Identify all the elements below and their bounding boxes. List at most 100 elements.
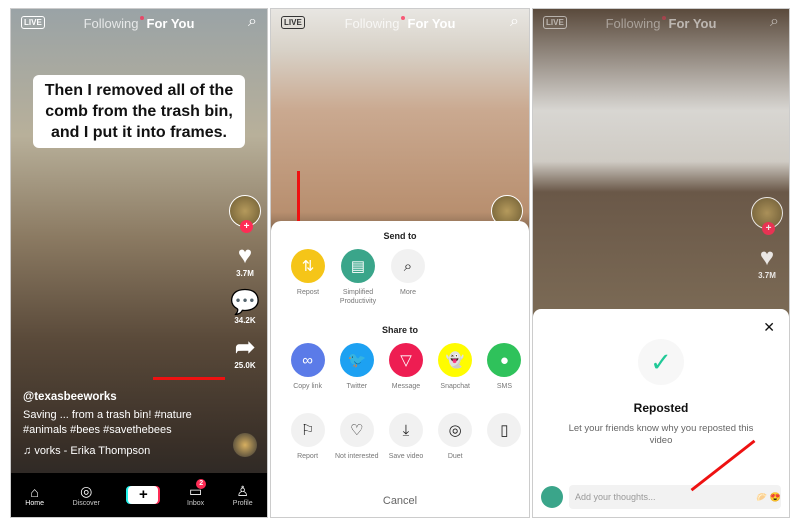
message-icon: ▽ — [389, 343, 423, 377]
share-count: 25.0K — [234, 361, 256, 370]
item-label: Message — [391, 383, 421, 390]
more-button[interactable]: ⌕ More — [383, 249, 433, 306]
duet-button[interactable]: ◎ Duet — [431, 413, 480, 461]
simplified-productivity-button[interactable]: ▤ Simplified Productivity — [333, 249, 383, 306]
duet-icon: ◎ — [438, 413, 473, 447]
twitter-icon: 🐦 — [339, 343, 374, 377]
home-icon: ⌂ — [30, 483, 39, 500]
comment-count: 34.2K — [234, 316, 256, 325]
nav-home[interactable]: ⌂ Home — [25, 484, 44, 507]
action-rail: + ♥ 3.7M 💬 34.2K ➦ 25.0K — [227, 195, 263, 370]
repost-dialog: ✕ ✓ Reposted Let your friends know why y… — [533, 309, 789, 517]
report-icon: ⚐ — [290, 413, 325, 447]
description: Saving ... from a trash bin! #nature #an… — [23, 409, 192, 436]
snapchat-icon: 👻 — [438, 343, 473, 377]
sms-icon: ● — [487, 343, 522, 377]
repost-icon: ⇅ — [291, 249, 325, 283]
send-to-row: ⇅ Repost ▤ Simplified Productivity ⌕ More — [271, 249, 529, 306]
create-button[interactable]: + — [128, 486, 159, 504]
heart-icon[interactable]: ♥ — [227, 243, 263, 269]
cancel-button[interactable]: Cancel — [271, 495, 529, 507]
more-button[interactable]: ▯ — [480, 413, 529, 461]
share-icon[interactable]: ➦ — [227, 335, 263, 361]
inbox-badge: 2 — [196, 479, 207, 489]
tab-following[interactable]: Following — [606, 16, 661, 31]
item-label: Repost — [296, 289, 320, 296]
nav-discover[interactable]: ◎ Discover — [73, 483, 100, 507]
save-video-button[interactable]: ⤓ Save video — [381, 413, 430, 461]
share-to-row: ∞ Copy link 🐦 Twitter ▽ Message 👻 Snapchat ● SMS — [271, 343, 529, 391]
close-icon[interactable]: ✕ — [763, 319, 775, 336]
creator-avatar[interactable]: + — [229, 195, 261, 233]
copy-link-icon: ∞ — [290, 343, 325, 377]
tab-for-you[interactable]: For You — [408, 16, 456, 31]
nav-inbox[interactable]: ▭ Inbox 2 — [187, 479, 207, 507]
item-label: More — [400, 289, 416, 296]
item-label: Snapchat — [440, 383, 470, 390]
more-icon: ▯ — [487, 413, 522, 447]
tab-for-you[interactable]: For You — [669, 16, 717, 31]
follow-plus-icon[interactable]: + — [240, 220, 253, 233]
repost-button[interactable]: ⇅ Repost — [283, 249, 333, 306]
profile-icon: ♙ — [236, 483, 249, 499]
item-label: Twitter — [346, 383, 368, 390]
dialog-title: Reposted — [633, 401, 689, 415]
top-bar: LIVE Following For You ⌕ — [11, 13, 267, 35]
save-video-icon: ⤓ — [389, 413, 423, 447]
bottom-nav: ⌂ Home ◎ Discover + ▭ Inbox 2 ♙ Profile — [11, 473, 267, 517]
emoji-icon[interactable]: 😍 — [770, 492, 781, 502]
music-icon: ♫ — [23, 445, 35, 457]
heart-icon[interactable]: ♥ — [749, 245, 785, 271]
not-interested-icon: ♡ — [339, 413, 374, 447]
top-bar: LIVE Following For You ⌕ — [533, 13, 789, 35]
user-avatar — [541, 486, 563, 508]
sound-disc[interactable] — [233, 433, 257, 457]
share-to-heading: Share to — [381, 325, 418, 335]
red-arrow-annotation — [153, 377, 225, 380]
share-sheet: Send to ⇅ Repost ▤ Simplified Productivity ⌕… — [271, 221, 529, 517]
item-label: SMS — [496, 383, 512, 390]
copy-link-button[interactable]: ∞ Copy link — [283, 343, 332, 391]
item-label: Simplified Productivity — [339, 289, 377, 305]
search-icon[interactable]: ⌕ — [248, 13, 257, 31]
search-icon[interactable]: ⌕ — [770, 13, 779, 31]
item-label: Duet — [447, 453, 463, 460]
compass-icon: ◎ — [80, 483, 93, 499]
nav-profile[interactable]: ♙ Profile — [233, 483, 253, 507]
tab-for-you[interactable]: For You — [147, 16, 195, 31]
video-info: @texasbeeworks Saving ... from a trash b… — [23, 390, 213, 459]
follow-plus-icon[interactable]: + — [762, 222, 775, 235]
send-to-heading: Send to — [383, 231, 417, 241]
twitter-button[interactable]: 🐦 Twitter — [332, 343, 381, 391]
simplified-productivity-icon: ▤ — [341, 249, 375, 283]
feed-panel: LIVE Following For You ⌕ Then I removed a… — [10, 8, 268, 518]
check-icon: ✓ — [638, 339, 684, 385]
snapchat-button[interactable]: 👻 Snapchat — [431, 343, 480, 391]
actions-row: ⚐ Report ♡ Not interested ⤓ Save video ◎ Duet ▯ — [271, 413, 529, 461]
top-bar: LIVE Following For You ⌕ — [271, 13, 529, 35]
sms-button[interactable]: ● SMS — [480, 343, 529, 391]
tab-following[interactable]: Following — [84, 16, 139, 31]
video-caption: Then I removed all of the comb from the … — [33, 75, 245, 148]
search-icon[interactable]: ⌕ — [510, 13, 519, 31]
repost-panel: LIVE Following For You ⌕ + ♥ 3.7M ✕ ✓ Rep… — [532, 8, 790, 518]
message-button[interactable]: ▽ Message — [381, 343, 430, 391]
not-interested-button[interactable]: ♡ Not interested — [332, 413, 381, 461]
item-label: Report — [297, 453, 319, 460]
item-label: Not interested — [335, 453, 379, 460]
action-rail: + ♥ 3.7M — [749, 197, 785, 280]
tab-following[interactable]: Following — [345, 16, 400, 31]
comment-icon[interactable]: 💬 — [227, 290, 263, 316]
share-panel: LIVE Following For You ⌕ Send to ⇅ Repost ▤… — [270, 8, 530, 518]
username[interactable]: @texasbeeworks — [23, 390, 213, 405]
more-icon: ⌕ — [391, 249, 425, 283]
like-count: 3.7M — [236, 269, 254, 278]
item-label: Save video — [388, 453, 424, 460]
sticker-icon[interactable]: 🥟 — [756, 492, 767, 502]
thoughts-input[interactable]: Add your thoughts... 🥟 😍 — [569, 485, 781, 509]
creator-avatar[interactable]: + — [751, 197, 783, 235]
report-button[interactable]: ⚐ Report — [283, 413, 332, 461]
like-count: 3.7M — [758, 271, 776, 280]
sound-name[interactable]: vorks - Erika Thompson — [34, 445, 150, 457]
item-label: Copy link — [293, 383, 322, 390]
